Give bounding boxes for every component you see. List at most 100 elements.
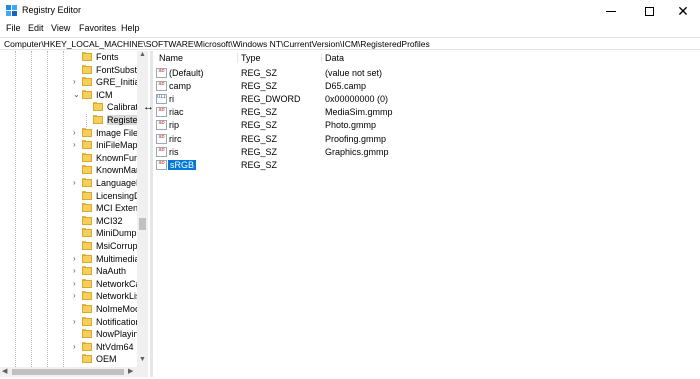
menu-edit[interactable]: Edit (28, 23, 44, 33)
menu-favorites[interactable]: Favorites (79, 23, 116, 33)
value-row[interactable]: 011 ri REG_DWORD 0x00000000 (0) (153, 93, 700, 106)
scroll-thumb[interactable] (139, 218, 146, 230)
tree-item[interactable]: › Multimedia (0, 253, 148, 266)
tree-item[interactable]: ⌄ ICM (0, 89, 148, 102)
tree-item-label: FontSubstit (96, 64, 142, 75)
string-value-icon: ab (156, 107, 167, 118)
value-type: REG_DWORD (241, 94, 301, 105)
value-data: D65.camp (325, 81, 367, 92)
folder-icon (82, 291, 92, 301)
value-data: MediaSim.gmmp (325, 107, 393, 118)
column-header-name[interactable]: Name (159, 53, 183, 63)
value-type: REG_SZ (241, 107, 278, 118)
value-row[interactable]: ab sRGB REG_SZ (153, 159, 700, 172)
tree-item[interactable]: › NtVdm64 (0, 341, 148, 354)
horizontal-scroll-thumb[interactable] (12, 369, 124, 375)
tree-item[interactable]: Register (0, 114, 148, 127)
value-row[interactable]: ab (Default) REG_SZ (value not set) (153, 67, 700, 80)
value-row[interactable]: ab rirc REG_SZ Proofing.gmmp (153, 133, 700, 146)
value-type: REG_SZ (241, 81, 278, 92)
string-value-icon: ab (156, 159, 167, 170)
menu-help[interactable]: Help (121, 23, 140, 33)
chevron-right-icon[interactable]: › (73, 266, 76, 275)
scroll-right-icon[interactable]: ▶ (128, 367, 133, 375)
address-bar[interactable]: Computer\HKEY_LOCAL_MACHINE\SOFTWARE\Mic… (0, 37, 700, 50)
tree-item-label: Fonts (96, 52, 119, 62)
scroll-left-icon[interactable]: ◀ (2, 367, 7, 375)
folder-icon (82, 241, 92, 250)
tree-item-label: OEM (96, 354, 117, 365)
column-header-data[interactable]: Data (325, 53, 344, 63)
registry-editor-icon (6, 5, 17, 16)
menu-file[interactable]: File (6, 23, 21, 33)
value-type: REG_SZ (241, 120, 278, 131)
value-row[interactable]: ab rip REG_SZ Photo.gmmp (153, 119, 700, 132)
folder-icon (82, 165, 92, 175)
tree-item[interactable]: › NetworkCa (0, 278, 148, 291)
chevron-right-icon[interactable]: › (73, 291, 76, 300)
tree-horizontal-scrollbar[interactable]: ◀ ▶ (0, 367, 148, 377)
string-value-icon: ab (156, 81, 167, 92)
chevron-down-icon[interactable]: ⌄ (73, 90, 80, 99)
tree-item[interactable]: KnownMar (0, 164, 148, 177)
tree-item[interactable]: OEM (0, 353, 148, 366)
tree-item[interactable]: LicensingD (0, 190, 148, 203)
tree-item-label: Multimedia (96, 253, 140, 264)
tree-item-label: LicensingD (96, 190, 141, 201)
value-row[interactable]: ab riac REG_SZ MediaSim.gmmp (153, 106, 700, 119)
menu-bar: File Edit View Favorites Help (0, 22, 700, 36)
value-data: Proofing.gmmp (325, 133, 387, 144)
chevron-right-icon[interactable]: › (73, 279, 76, 288)
values-list[interactable]: Name Type Data ab (Default) REG_SZ (value n… (153, 51, 700, 377)
chevron-right-icon[interactable]: › (73, 254, 76, 263)
tree-item[interactable]: › NaAuth (0, 265, 148, 278)
tree-item-label: KnownFun (96, 152, 140, 163)
tree-vertical-scrollbar[interactable]: ▲ ▼ (137, 51, 148, 367)
tree-item[interactable]: Calibrati (0, 101, 148, 114)
chevron-right-icon[interactable]: › (73, 342, 76, 351)
value-name: (Default) (169, 68, 204, 78)
value-row[interactable]: ab camp REG_SZ D65.camp (153, 80, 700, 93)
tree-item-label: NoImeMoo (96, 304, 141, 314)
value-type: REG_SZ (241, 133, 278, 144)
scroll-down-icon[interactable]: ▼ (139, 356, 146, 363)
tree-item[interactable]: FontSubstit (0, 64, 148, 77)
maximize-button[interactable] (632, 0, 666, 22)
folder-icon (82, 77, 92, 87)
tree-item-label: Image File I (96, 127, 144, 138)
tree-item[interactable]: › NetworkLis (0, 290, 148, 303)
value-row[interactable]: ab ris REG_SZ Graphics.gmmp (153, 146, 700, 159)
chevron-right-icon[interactable]: › (73, 317, 76, 326)
tree-item[interactable]: MsiCorrupt (0, 240, 148, 253)
tree-item[interactable]: › Image File I (0, 127, 148, 140)
column-divider[interactable] (237, 53, 238, 63)
address-path[interactable]: Computer\HKEY_LOCAL_MACHINE\SOFTWARE\Mic… (4, 39, 430, 49)
chevron-right-icon[interactable]: › (73, 178, 76, 187)
value-data: 0x00000000 (0) (325, 94, 389, 105)
scroll-up-icon[interactable]: ▲ (139, 51, 146, 58)
tree-item[interactable]: MiniDump (0, 227, 148, 240)
tree-item[interactable]: NoImeMoo (0, 303, 148, 316)
chevron-right-icon[interactable]: › (73, 140, 76, 149)
tree-item[interactable]: KnownFun (0, 152, 148, 165)
tree-item[interactable]: MCI32 (0, 215, 148, 228)
column-divider[interactable] (321, 53, 322, 63)
menu-view[interactable]: View (51, 23, 70, 33)
tree-item[interactable]: › GRE_Initiali (0, 76, 148, 89)
minimize-button[interactable] (594, 0, 628, 22)
key-tree[interactable]: Fonts FontSubstit › GRE_Initiali ⌄ ICM Calibra… (0, 51, 148, 367)
tree-item[interactable]: NowPlaying (0, 328, 148, 341)
column-header-type[interactable]: Type (241, 53, 261, 63)
value-name: riac (169, 107, 184, 118)
tree-item[interactable]: › Notification (0, 316, 148, 329)
value-name: sRGB (168, 159, 197, 170)
folder-icon (82, 253, 92, 263)
close-button[interactable]: ✕ (666, 0, 700, 22)
chevron-right-icon[interactable]: › (73, 77, 76, 86)
tree-item[interactable]: › IniFileMapp (0, 139, 148, 152)
value-name: rirc (169, 133, 182, 144)
tree-item[interactable]: MCI Extens (0, 202, 148, 215)
tree-item[interactable]: Fonts (0, 51, 148, 64)
tree-item[interactable]: › LanguageP (0, 177, 148, 190)
chevron-right-icon[interactable]: › (73, 128, 76, 137)
